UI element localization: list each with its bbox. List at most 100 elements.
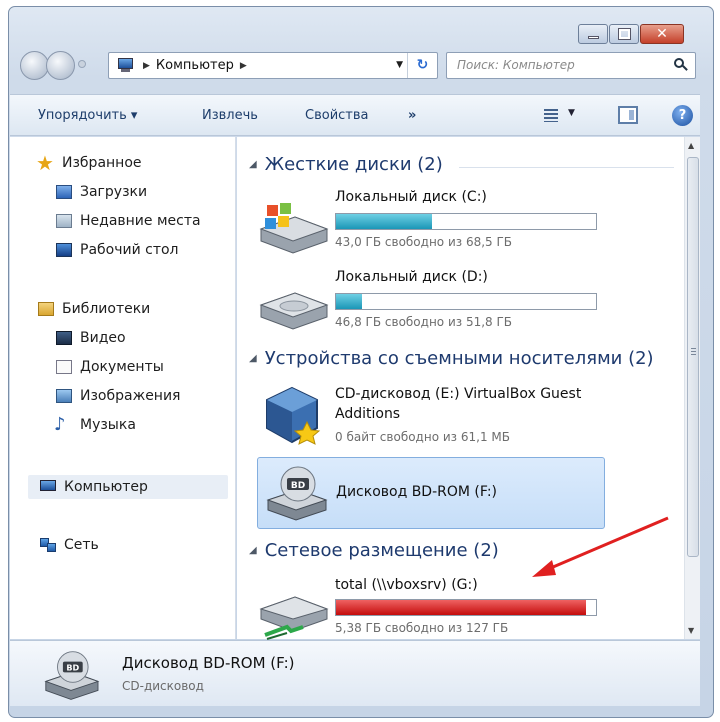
- sidebar-item-favorites[interactable]: ★ Избранное: [36, 151, 142, 175]
- capacity-bar: [335, 293, 597, 310]
- drive-item-d[interactable]: Локальный диск (D:) 46,8 ГБ свободно из …: [257, 267, 677, 337]
- documents-icon: [54, 358, 74, 376]
- minimize-icon: [588, 36, 599, 39]
- refresh-icon[interactable]: ↻: [407, 53, 437, 78]
- scroll-up-icon[interactable]: ▲: [688, 141, 694, 150]
- music-icon: ♪: [54, 414, 66, 435]
- sidebar-item-label: Документы: [80, 359, 164, 375]
- sidebar-item-network[interactable]: Сеть: [38, 533, 99, 557]
- address-dropdown-icon[interactable]: ▼: [396, 53, 403, 78]
- group-header-network[interactable]: ◢ Сетевое размещение (2): [249, 540, 499, 561]
- minimize-button[interactable]: [578, 24, 608, 44]
- navigation-pane: ★ Избранное Загрузки Недавние места Рабо…: [10, 137, 236, 639]
- sidebar-item-computer[interactable]: Компьютер: [28, 475, 228, 499]
- preview-pane-button[interactable]: [618, 106, 638, 124]
- more-commands-button[interactable]: »: [408, 108, 416, 123]
- group-title: Устройства со съемными носителями (2): [264, 348, 654, 369]
- free-space-text: 5,38 ГБ свободно из 127 ГБ: [335, 621, 509, 635]
- drive-item-c[interactable]: Локальный диск (C:) 43,0 ГБ свободно из …: [257, 187, 677, 257]
- computer-icon: [115, 58, 137, 73]
- sidebar-item-label: Загрузки: [80, 184, 148, 200]
- virtualbox-icon: [266, 386, 321, 445]
- drive-name: Локальный диск (D:): [335, 269, 488, 285]
- scroll-down-icon[interactable]: ▼: [688, 626, 694, 635]
- drive-item-g[interactable]: total (\\vboxsrv) (G:) 5,38 ГБ свободно …: [257, 577, 677, 647]
- maximize-button[interactable]: [609, 24, 639, 44]
- search-placeholder: Поиск: Компьютер: [457, 58, 575, 72]
- breadcrumb-computer[interactable]: Компьютер: [156, 58, 234, 73]
- bd-rom-drive-icon: BD: [44, 651, 100, 700]
- drive-name-line2: Additions: [335, 406, 401, 422]
- properties-button[interactable]: Свойства: [305, 108, 369, 123]
- network-icon: [38, 536, 58, 554]
- vertical-scrollbar[interactable]: ▲ ▼: [684, 137, 700, 639]
- sidebar-item-documents[interactable]: Документы: [54, 355, 164, 379]
- hard-drive-icon: [259, 292, 329, 330]
- sidebar-item-label: Недавние места: [80, 213, 201, 229]
- group-title: Жесткие диски (2): [264, 154, 443, 175]
- sidebar-item-label: Избранное: [62, 155, 142, 171]
- sidebar-item-downloads[interactable]: Загрузки: [54, 180, 147, 204]
- group-title: Сетевое размещение (2): [264, 540, 499, 561]
- back-button[interactable]: [20, 51, 49, 80]
- breadcrumb-chevron-icon[interactable]: ▶: [240, 61, 247, 71]
- desktop-icon: [54, 241, 74, 259]
- breadcrumb-chevron-icon[interactable]: ▶: [143, 61, 150, 71]
- close-icon: ✕: [656, 26, 668, 42]
- view-icon: [544, 109, 558, 122]
- sidebar-item-libraries[interactable]: Библиотеки: [36, 297, 150, 321]
- group-header-removable[interactable]: ◢ Устройства со съемными носителями (2): [249, 348, 654, 369]
- drive-name: total (\\vboxsrv) (G:): [335, 577, 478, 593]
- sidebar-item-label: Сеть: [64, 537, 99, 553]
- free-space-text: 0 байт свободно из 61,1 МБ: [335, 430, 510, 444]
- sidebar-item-desktop[interactable]: Рабочий стол: [54, 238, 179, 262]
- free-space-text: 43,0 ГБ свободно из 68,5 ГБ: [335, 235, 513, 249]
- computer-icon: [38, 478, 58, 496]
- scroll-thumb[interactable]: [687, 157, 699, 557]
- details-item-type: CD-дисковод: [122, 679, 204, 693]
- collapse-icon[interactable]: ◢: [249, 159, 257, 170]
- history-dropdown-icon[interactable]: [78, 60, 86, 68]
- close-button[interactable]: ✕: [640, 24, 684, 44]
- sidebar-item-recent[interactable]: Недавние места: [54, 209, 201, 233]
- sidebar-item-label: Видео: [80, 330, 126, 346]
- sidebar-item-label: Рабочий стол: [80, 242, 179, 258]
- sidebar-item-music[interactable]: ♪ Музыка: [54, 413, 136, 437]
- drive-name: Локальный диск (C:): [335, 189, 487, 205]
- navigation-row: ▶ Компьютер ▶ ▼ ↻ Поиск: Компьютер: [10, 48, 700, 82]
- downloads-folder-icon: [54, 183, 74, 201]
- sidebar-item-label: Музыка: [80, 417, 136, 433]
- change-view-button[interactable]: ▼: [540, 106, 576, 126]
- capacity-bar-fill: [336, 294, 362, 309]
- command-bar: Упорядочить ▾ Извлечь Свойства » ▼ ?: [10, 94, 700, 136]
- recent-places-icon: [54, 212, 74, 230]
- free-space-text: 46,8 ГБ свободно из 51,8 ГБ: [335, 315, 513, 329]
- help-icon[interactable]: ?: [672, 105, 693, 126]
- sidebar-item-label: Изображения: [80, 388, 181, 404]
- group-header-hard-disks[interactable]: ◢ Жесткие диски (2): [249, 154, 443, 175]
- chevron-down-icon: ▼: [568, 108, 575, 118]
- sidebar-item-video[interactable]: Видео: [54, 326, 126, 350]
- extract-button[interactable]: Извлечь: [202, 108, 258, 123]
- sidebar-item-label: Библиотеки: [62, 301, 151, 317]
- content-pane: ◢ Жесткие диски (2) Локальный диск (C:) …: [237, 137, 684, 640]
- forward-button[interactable]: [46, 51, 75, 80]
- capacity-bar: [335, 599, 597, 616]
- caption-buttons: ✕: [578, 24, 684, 44]
- capacity-bar-fill: [336, 600, 586, 615]
- address-bar[interactable]: ▶ Компьютер ▶ ▼ ↻: [108, 52, 438, 79]
- sidebar-item-images[interactable]: Изображения: [54, 384, 180, 408]
- svg-text:BD: BD: [66, 663, 79, 673]
- details-pane: BD Дисковод BD-ROM (F:) CD-дисковод: [10, 640, 700, 706]
- images-icon: [54, 387, 74, 405]
- bd-rom-drive-icon: BD: [266, 466, 328, 521]
- capacity-bar-fill: [336, 214, 433, 229]
- drive-item-f-selected[interactable]: BD Дисковод BD-ROM (F:): [257, 457, 605, 529]
- search-input[interactable]: Поиск: Компьютер: [446, 52, 696, 79]
- drive-item-e[interactable]: CD-дисковод (E:) VirtualBox Guest Additi…: [257, 384, 677, 454]
- organize-button[interactable]: Упорядочить ▾: [38, 108, 137, 123]
- drive-name: Дисковод BD-ROM (F:): [336, 484, 498, 500]
- search-icon[interactable]: [674, 58, 688, 71]
- collapse-icon[interactable]: ◢: [249, 353, 257, 364]
- collapse-icon[interactable]: ◢: [249, 545, 257, 556]
